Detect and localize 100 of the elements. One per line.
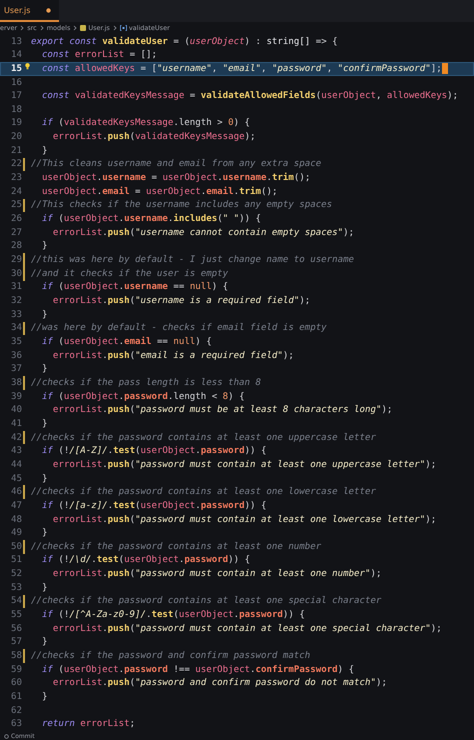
line-number: 28 [10, 241, 22, 252]
code-line: if (!/[a-z]/.test(userObject.password)) { [40, 500, 266, 511]
line-number: 24 [10, 186, 22, 197]
code-line: } [40, 146, 48, 156]
chevron-icon [73, 24, 78, 31]
chevron-icon [20, 24, 24, 31]
line-number: 15 [10, 64, 22, 74]
code-line: } [40, 310, 48, 320]
code-line: errorList.push("username is a required field"); [52, 296, 310, 306]
line-number: 34 [10, 323, 22, 334]
code-line: //checks if the password contains at least one number [31, 542, 322, 552]
code-line: //checks if the pass length is less than 8 [31, 378, 261, 388]
line-number: 16 [10, 78, 22, 88]
code-line: //and it checks if the user is empty [31, 268, 228, 279]
code-line: } [40, 692, 48, 702]
line-number: 50 [10, 542, 22, 552]
line-number: 38 [10, 378, 22, 388]
line-number: 27 [10, 228, 22, 238]
line-number: 35 [10, 336, 22, 347]
code-line: errorList.push("password must be at least 8 characters long"); [52, 405, 392, 416]
line-number: 21 [10, 146, 22, 156]
code-line: const allowedKeys = ["username", "email", "password", "confirmPassword"]; [40, 64, 442, 74]
code-line: if (!/\d/.test(userObject.password)) { [40, 555, 250, 566]
line-number: 20 [10, 132, 22, 142]
line-number: 36 [10, 350, 22, 361]
line-number: 60 [10, 678, 22, 688]
code-line: errorList.push("password must contain at least one uppercase letter"); [52, 460, 436, 470]
line-number: 45 [10, 474, 22, 484]
code-line: } [40, 241, 48, 252]
code-line: if (validatedKeysMessage.length > 0) { [40, 118, 250, 128]
code-line: //checks if the password contains at least one lowercase letter [31, 487, 376, 498]
line-number: 57 [10, 637, 22, 648]
line-number: 63 [10, 719, 22, 730]
code-line: const validatedKeysMessage = validateAllowedFields(userObject, allowedKeys); [40, 91, 458, 102]
code-line: const errorList = []; [40, 50, 157, 60]
line-number: 41 [10, 418, 22, 429]
line-number: 25 [10, 200, 22, 210]
line-number: 17 [10, 91, 22, 102]
code-line: export const validateUser = (userObject) : string[] => { [31, 36, 338, 47]
code-line: errorList.push("password and confirm password do not match"); [52, 678, 387, 688]
code-line: if (userObject.email == null) { [40, 336, 212, 347]
variable-icon [120, 24, 127, 31]
code-line: //checks if the password and confirm password match [31, 651, 310, 662]
line-number: 59 [10, 664, 22, 675]
code-line: //This cleans username and email from any extra space [31, 159, 322, 170]
line-number: 58 [10, 651, 22, 662]
code-line: errorList.push("password must contain at least one number"); [52, 569, 382, 580]
line-number: 56 [10, 624, 22, 634]
lightbulb-icon[interactable] [25, 63, 30, 70]
line-number: 13 [10, 36, 22, 47]
code-line: } [40, 474, 48, 484]
chevron-icon [40, 24, 44, 31]
source-control-icon [4, 734, 9, 739]
line-number: 47 [10, 500, 22, 511]
line-number: 51 [10, 555, 22, 566]
code-line: //This checks if the username includes any empty spaces [31, 200, 332, 210]
line-number: 52 [10, 569, 22, 580]
chevron-icon [112, 24, 117, 31]
file-type-icon [80, 24, 86, 31]
code-line: userObject.email = userObject.email.trim(); [40, 186, 278, 197]
line-number: 39 [10, 392, 22, 402]
code-line: if (!/[A-Z]/.test(userObject.password)) { [40, 446, 266, 456]
line-number: 46 [10, 487, 22, 498]
code-line: errorList.push("password must contain at least one lowercase letter"); [52, 514, 436, 525]
code-line: errorList.push("password must contain at least one special character"); [52, 624, 442, 634]
line-number: 55 [10, 610, 22, 620]
line-number: 62 [10, 706, 22, 716]
line-number: 31 [10, 282, 22, 292]
line-number: 19 [10, 118, 22, 128]
line-number: 40 [10, 405, 22, 416]
line-number: 49 [10, 528, 22, 538]
code-line: return errorList; [40, 719, 136, 730]
line-number: 26 [10, 214, 22, 224]
line-number: 44 [10, 460, 22, 470]
code-line: if (userObject.username.includes(" ")) { [40, 214, 262, 224]
code-line: if (userObject.password.length < 8) { [40, 392, 245, 402]
code-line: } [40, 528, 48, 538]
line-number: 30 [10, 268, 22, 279]
code-line: if (userObject.username == null) { [40, 282, 228, 292]
line-number: 23 [10, 173, 22, 184]
code-line: if (userObject.password !== userObject.confirmPassword) { [40, 664, 354, 675]
code-line: } [40, 637, 48, 648]
code-line: userObject.username = userObject.username.trim(); [40, 173, 310, 184]
line-number: 18 [10, 104, 22, 115]
code-line: errorList.push("username cannot contain empty spaces"); [52, 228, 354, 238]
code-line: } [40, 364, 48, 374]
line-number: 42 [10, 432, 22, 443]
line-number: 61 [10, 692, 22, 702]
line-number: 37 [10, 364, 22, 374]
code-line: errorList.push("email is a required field"); [52, 350, 294, 361]
line-number: 32 [10, 296, 22, 306]
code-line: //was here by default - checks if email field is empty [31, 323, 327, 334]
code-line: //checks if the password contains at least one uppercase letter [31, 432, 376, 443]
line-number: 29 [10, 255, 22, 266]
code-line: //this was here by default - I just change name to username [31, 255, 354, 266]
line-number: 22 [10, 159, 22, 170]
line-number: 43 [10, 446, 22, 456]
line-number: 33 [10, 310, 22, 320]
code-line: if (!/[^A-Za-z0-9]/.test(userObject.password)) { [40, 610, 305, 620]
editor-tab[interactable]: User.js [0, 0, 60, 22]
